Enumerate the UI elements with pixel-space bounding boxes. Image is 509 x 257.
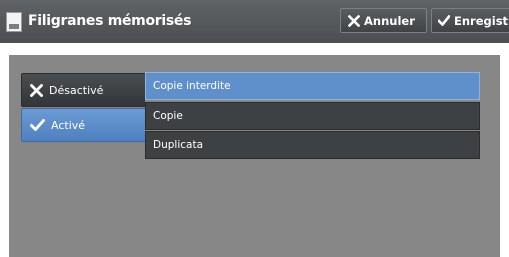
close-icon <box>348 14 360 27</box>
option-disabled-button[interactable]: Désactivé <box>21 73 146 107</box>
list-item[interactable]: Duplicata <box>145 131 480 159</box>
watermark-document-icon <box>6 12 22 32</box>
screen: Filigranes mémorisés Annuler Enregistrer… <box>0 0 509 257</box>
option-enabled-label: Activé <box>51 118 86 132</box>
list-item-label: Duplicata <box>153 139 203 151</box>
page-title: Filigranes mémorisés <box>28 13 192 29</box>
settings-panel: Désactivé Activé Copie interdite Copie D… <box>9 55 500 257</box>
checkmark-icon <box>30 119 45 131</box>
list-item-label: Copie <box>153 110 183 122</box>
list-item-label: Copie interdite <box>153 80 231 92</box>
watermark-list: Copie interdite Copie Duplicata <box>145 69 480 257</box>
save-button[interactable]: Enregistrer <box>431 8 509 33</box>
list-item[interactable]: Copie interdite <box>145 72 480 100</box>
cancel-button-label: Annuler <box>364 13 415 28</box>
checkmark-icon <box>438 15 450 26</box>
cancel-button[interactable]: Annuler <box>340 8 427 33</box>
header-bar: Filigranes mémorisés Annuler Enregistrer <box>0 0 509 43</box>
close-icon <box>30 83 43 97</box>
save-button-label: Enregistrer <box>454 13 509 28</box>
list-item[interactable]: Copie <box>145 102 480 130</box>
option-enabled-button[interactable]: Activé <box>21 108 146 142</box>
option-disabled-label: Désactivé <box>49 83 104 97</box>
